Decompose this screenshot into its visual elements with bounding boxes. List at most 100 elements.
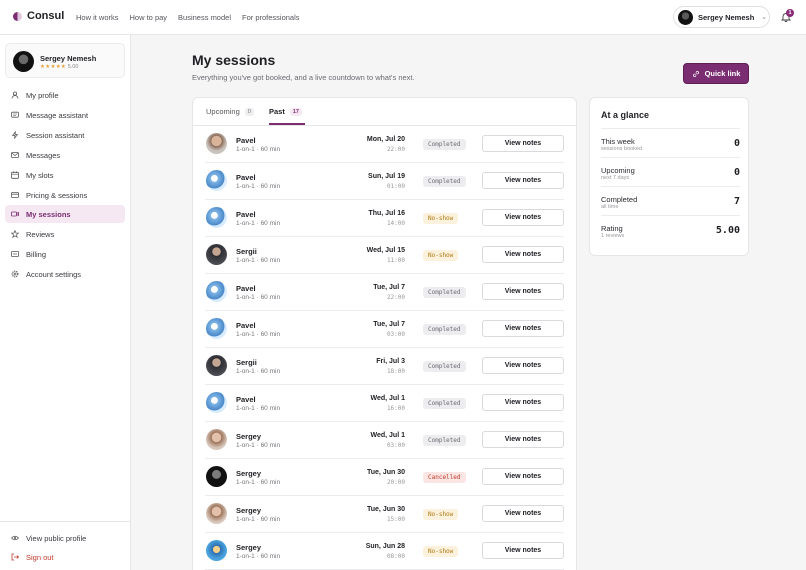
nav-link-how-it-works[interactable]: How it works [76, 13, 119, 22]
session-meta: 1-on-1 · 60 min [236, 220, 281, 227]
view-notes-button[interactable]: View notes [482, 431, 564, 448]
sidebar-item-messages[interactable]: Messages [5, 146, 125, 164]
glance-value: 0 [733, 167, 740, 178]
session-date: Fri, Jul 3 [376, 358, 405, 365]
view-public-profile-label: View public profile [26, 533, 87, 543]
status-badge: Completed [423, 324, 466, 335]
tab-upcoming[interactable]: Upcoming 0 [206, 107, 254, 116]
glance-value: 5.00 [715, 225, 740, 236]
sidebar-item-account-settings[interactable]: Account settings [5, 265, 125, 283]
card-icon [11, 192, 19, 198]
table-row: Pavel 1-on-1 · 60 min Wed, Jul 1 16:00 Compl… [205, 385, 564, 422]
sidebar-item-reviews[interactable]: Reviews [5, 225, 125, 243]
sign-out-button[interactable]: Sign out [5, 548, 125, 566]
view-notes-button[interactable]: View notes [482, 246, 564, 263]
session-meta: 1-on-1 · 60 min [236, 442, 281, 449]
user-icon [11, 91, 19, 99]
session-time: 03:00 [386, 442, 405, 449]
session-time: 18:00 [386, 368, 405, 375]
tab-count: 0 [244, 107, 254, 116]
session-date: Sun, Jun 28 [365, 543, 405, 550]
avatar [206, 466, 227, 487]
session-time: 22:00 [386, 294, 405, 301]
view-notes-button[interactable]: View notes [482, 209, 564, 226]
status-badge: Completed [423, 287, 466, 298]
sidebar-item-pricing-sessions[interactable]: Pricing & sessions [5, 186, 125, 204]
view-notes-button[interactable]: View notes [482, 172, 564, 189]
message-icon [11, 111, 19, 118]
nav-link-how-to-pay[interactable]: How to pay [130, 13, 168, 22]
sidebar-item-session-assistant[interactable]: Session assistant [5, 126, 125, 144]
session-time: 01:00 [386, 183, 405, 190]
glance-sublabel: 1 reviews [601, 233, 625, 239]
view-notes-button[interactable]: View notes [482, 468, 564, 485]
client-name: Pavel [236, 136, 256, 145]
profile-rating: ★★★★★ 5.00 [40, 64, 78, 70]
view-notes-button[interactable]: View notes [482, 357, 564, 374]
sidebar-item-message-assistant[interactable]: Message assistant [5, 106, 125, 124]
gear-icon [11, 270, 19, 278]
session-time: 03:00 [386, 331, 405, 338]
nav-link-business-model[interactable]: Business model [178, 13, 231, 22]
session-date: Wed, Jul 15 [366, 247, 405, 254]
session-time: 08:00 [386, 553, 405, 560]
view-public-profile-link[interactable]: View public profile [5, 529, 125, 547]
sidebar-item-billing[interactable]: Billing [5, 245, 125, 263]
sessions-panel: Upcoming 0 Past 17 Pavel 1-on-1 · 60 min M… [192, 97, 577, 570]
page-subtitle: Everything you've got booked, and a live… [192, 73, 415, 82]
client-name: Sergey [236, 432, 262, 441]
session-date: Tue, Jun 30 [367, 469, 405, 476]
view-notes-button[interactable]: View notes [482, 320, 564, 337]
view-notes-button[interactable]: View notes [482, 505, 564, 522]
client-name: Pavel [236, 395, 256, 404]
quick-link-button[interactable]: Quick link [683, 63, 749, 84]
view-notes-button[interactable]: View notes [482, 394, 564, 411]
session-meta: 1-on-1 · 60 min [236, 368, 281, 375]
avatar [13, 51, 34, 72]
rating-value: 5.00 [67, 64, 79, 70]
client-name: Sergey [236, 469, 262, 478]
active-tab-indicator [269, 123, 305, 125]
chevron-down-icon: ⌄ [761, 14, 768, 21]
sidebar-profile-card[interactable]: Sergey Nemesh ★★★★★ 5.00 [5, 43, 125, 78]
session-date: Wed, Jul 1 [370, 432, 406, 439]
glance-sublabel: sessions booked [601, 146, 642, 152]
glance-sublabel: next 7 days [601, 175, 630, 181]
sidebar-item-label: Pricing & sessions [26, 190, 88, 200]
nav-link-for-professionals[interactable]: For professionals [242, 13, 300, 22]
glance-row-rating: Rating 1 reviews 5.00 [601, 215, 740, 244]
view-notes-button[interactable]: View notes [482, 542, 564, 559]
client-name: Sergey [236, 506, 262, 515]
sidebar-item-label: My sessions [26, 209, 71, 219]
sidebar-item-my-slots[interactable]: My slots [5, 166, 125, 184]
glance-label: Completed [601, 195, 638, 204]
top-navbar: Consul How it works How to pay Business … [0, 0, 806, 35]
session-meta: 1-on-1 · 60 min [236, 553, 281, 560]
session-meta: 1-on-1 · 60 min [236, 294, 281, 301]
avatar [206, 392, 227, 413]
avatar [206, 540, 227, 561]
brand-logo[interactable]: Consul [13, 10, 64, 22]
table-row: Sergey 1-on-1 · 60 min Sun, Jun 28 08:00 No-… [205, 533, 564, 570]
quick-link-label: Quick link [704, 69, 741, 78]
session-meta: 1-on-1 · 60 min [236, 257, 281, 264]
view-notes-button[interactable]: View notes [482, 283, 564, 300]
session-time: 16:00 [386, 405, 405, 412]
sign-out-icon [11, 553, 19, 561]
session-meta: 1-on-1 · 60 min [236, 405, 281, 412]
table-row: Sergey 1-on-1 · 60 min Wed, Jul 1 03:00 Comp… [205, 422, 564, 459]
avatar [206, 133, 227, 154]
view-notes-button[interactable]: View notes [482, 135, 564, 152]
session-meta: 1-on-1 · 60 min [236, 183, 281, 190]
session-meta: 1-on-1 · 60 min [236, 146, 281, 153]
status-badge: Cancelled [423, 472, 466, 483]
at-a-glance-card: At a glance This week sessions booked 0 … [589, 97, 749, 256]
sidebar-item-my-sessions[interactable]: My sessions [5, 205, 125, 223]
avatar [206, 170, 227, 191]
status-badge: Completed [423, 435, 466, 446]
sidebar-item-label: Account settings [26, 269, 82, 279]
tab-past[interactable]: Past 17 [269, 107, 302, 116]
user-menu-button[interactable]: Sergey Nemesh ⌄ [673, 6, 770, 28]
sidebar-item-my-profile[interactable]: My profile [5, 86, 125, 104]
table-row: Pavel 1-on-1 · 60 min Sun, Jul 19 01:00 Comp… [205, 163, 564, 200]
